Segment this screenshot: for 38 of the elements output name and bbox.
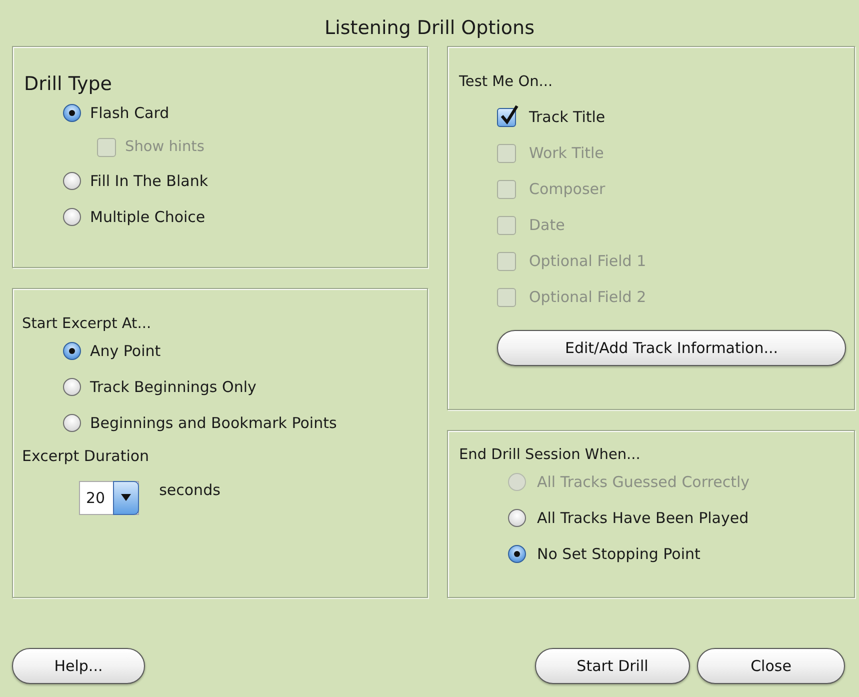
option-label: Track Beginnings Only [90,378,256,396]
option-label: All Tracks Guessed Correctly [537,473,750,491]
option-label: No Set Stopping Point [537,545,700,563]
unit-label: seconds [159,481,220,499]
checkbox[interactable] [497,108,516,126]
caret-icon [121,494,132,501]
option-label: Work Title [529,144,604,162]
radio-button[interactable] [508,509,526,527]
option-label: Date [529,216,565,234]
option-label: Any Point [90,342,161,360]
option-label: Flash Card [90,104,170,122]
help-button[interactable]: Help... [12,648,145,684]
panel-heading: Test Me On... [459,74,554,90]
radio-button[interactable] [508,545,526,563]
edit-track-info-button[interactable]: Edit/Add Track Information... [497,330,846,366]
duration-dropdown[interactable]: 20 [79,481,140,515]
start-drill-button[interactable]: Start Drill [535,648,690,684]
option-label: Optional Field 2 [529,288,646,306]
panel-heading: Drill Type [24,73,113,95]
radio-button[interactable] [63,172,81,190]
radio-button[interactable] [63,104,81,122]
option-label: Show hints [125,139,204,155]
radio-button[interactable] [63,414,81,432]
option-label: Optional Field 1 [529,252,646,270]
option-label: All Tracks Have Been Played [537,509,749,527]
window-title: Listening Drill Options [324,16,536,41]
radio-button[interactable] [63,378,81,396]
option-label: Fill In The Blank [90,172,208,190]
panel-heading: Start Excerpt At... [22,316,152,332]
option-label: Track Title [529,108,606,126]
panel-heading: End Drill Session When... [459,447,642,463]
option-label: Composer [529,180,606,198]
close-button[interactable]: Close [697,648,845,684]
radio-button[interactable] [63,342,81,360]
field-label: Excerpt Duration [22,447,150,465]
option-label: Multiple Choice [90,208,206,226]
option-label: Beginnings and Bookmark Points [90,414,337,432]
radio-button[interactable] [63,208,81,226]
